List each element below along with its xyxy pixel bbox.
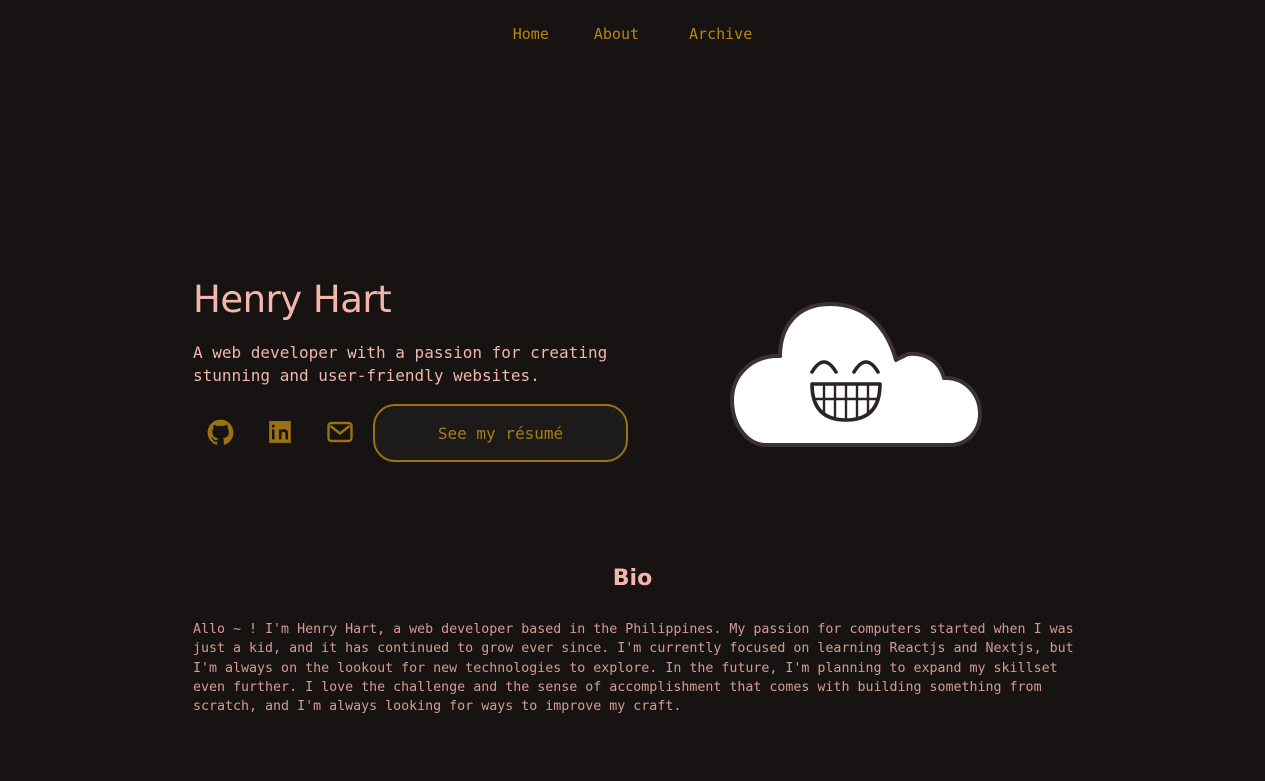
github-link[interactable] — [206, 418, 234, 446]
mail-icon — [327, 421, 353, 443]
linkedin-icon — [269, 421, 291, 443]
nav-link-home[interactable]: Home — [513, 24, 549, 44]
bio-heading: Bio — [612, 566, 653, 591]
linkedin-link[interactable] — [266, 418, 294, 446]
github-icon — [207, 419, 233, 445]
hero-tagline: A web developer with a passion for creat… — [193, 343, 608, 385]
hero-name: Henry Hart — [193, 278, 392, 321]
nav-link-about[interactable]: About — [594, 24, 639, 44]
mail-link[interactable] — [326, 418, 354, 446]
resume-button[interactable]: See my résumé — [373, 404, 628, 462]
smiling-cloud-illustration — [730, 302, 982, 447]
nav-link-archive[interactable]: Archive — [689, 24, 752, 44]
bio-paragraph: Allo ~ ! I'm Henry Hart, a web developer… — [193, 622, 1074, 715]
main-nav: Home About Archive — [0, 24, 1265, 44]
